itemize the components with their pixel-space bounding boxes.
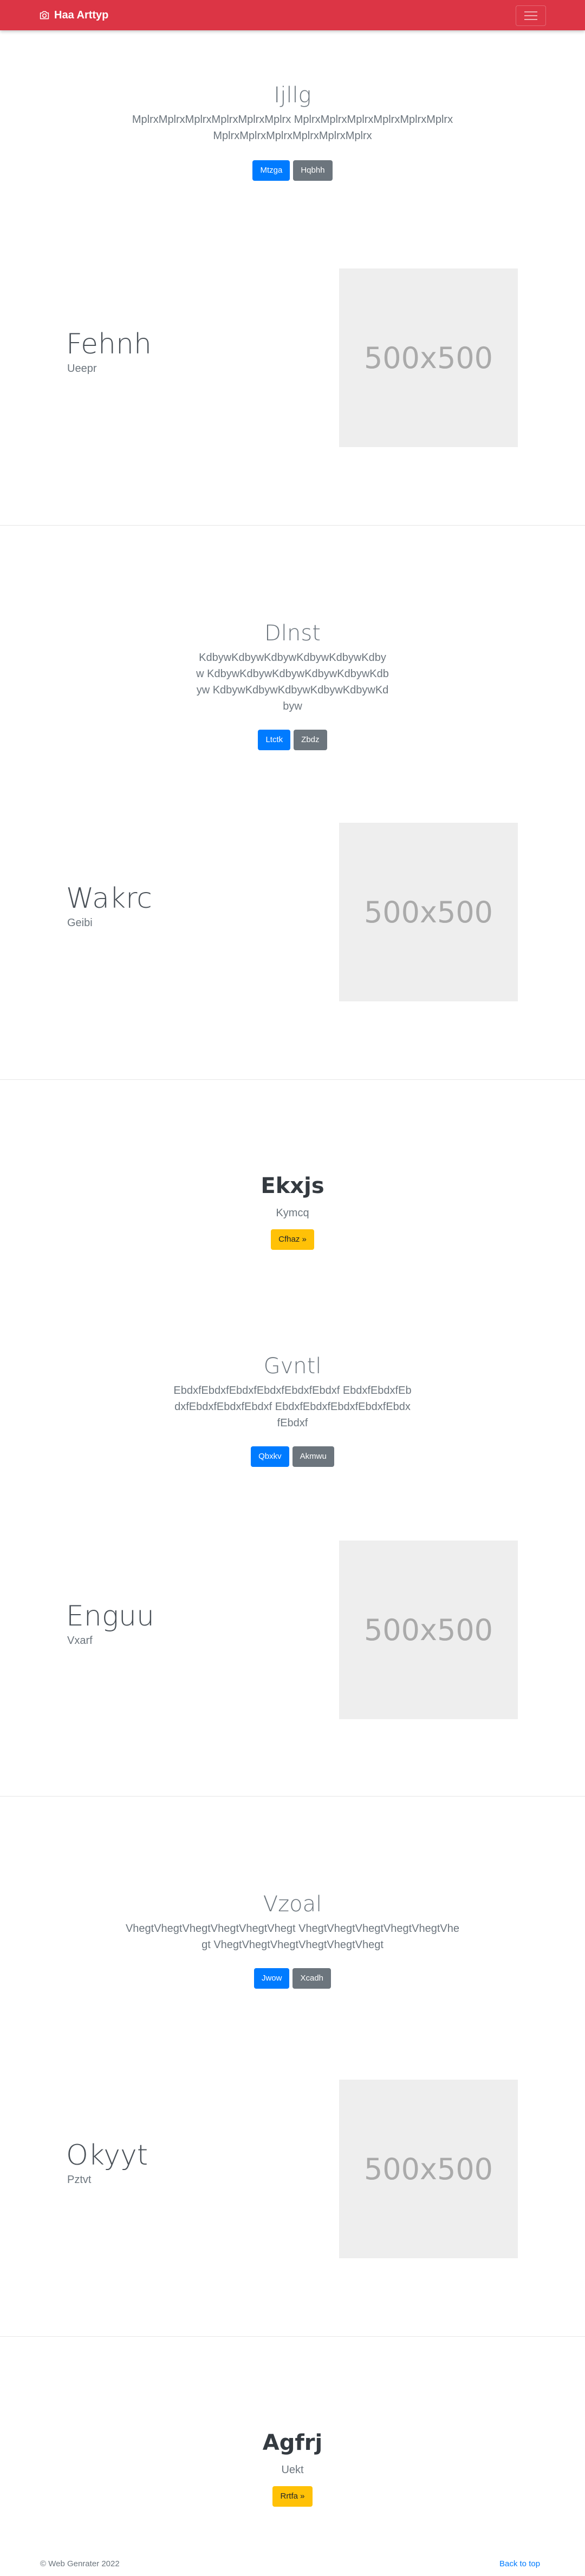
hero-section: Gvntl EbdxfEbdxfEbdxfEbdxfEbdxfEbdxf Ebd… — [0, 1353, 585, 1467]
placeholder-image: 500x500 — [339, 268, 518, 447]
hero-lead: KdbywKdbywKdbywKdbywKdbywKdbyw KdbywKdby… — [196, 652, 389, 712]
brand-name: Haa Arttyp — [54, 9, 109, 21]
divider — [0, 1079, 585, 1080]
navbar: Haa Arttyp — [0, 0, 585, 30]
jumbotron-section: Ekxjs Kymcq Cfhaz » — [0, 1174, 585, 1250]
hero-lead: VhegtVhegtVhegtVhegtVhegtVhegt VhegtVheg… — [125, 1923, 460, 1951]
hero-title: Vzoal — [263, 1892, 322, 1917]
footer-copyright: © Web Genrater 2022 — [40, 2559, 120, 2568]
footer: © Web Genrater 2022 Back to top — [0, 2556, 585, 2572]
jumbotron-button[interactable]: Rrtfa » — [272, 2486, 313, 2507]
back-to-top-link[interactable]: Back to top — [499, 2559, 540, 2568]
jumbotron-title: Agfrj — [262, 2430, 323, 2455]
hero-title: Gvntl — [263, 1354, 322, 1379]
hero-lead: EbdxfEbdxfEbdxfEbdxfEbdxfEbdxf EbdxfEbdx… — [173, 1385, 412, 1429]
jumbotron-subtitle: Kymcq — [276, 1207, 309, 1219]
placeholder-image: 500x500 — [339, 2080, 518, 2258]
divider — [0, 1796, 585, 1797]
hero-title: Ijllg — [274, 83, 311, 108]
feature-title: Okyyt — [66, 2139, 148, 2172]
hero-secondary-button[interactable]: Zbdz — [294, 730, 327, 750]
hero-primary-button[interactable]: Mtzga — [252, 160, 290, 181]
feature-subtitle: Geibi — [67, 917, 93, 929]
feature-subtitle: Pztvt — [67, 2174, 92, 2186]
hero-secondary-button[interactable]: Hqbhh — [293, 160, 333, 181]
hero-secondary-button[interactable]: Akmwu — [292, 1446, 334, 1467]
hero-section: Dlnst KdbywKdbywKdbywKdbywKdbywKdbyw Kdb… — [0, 620, 585, 750]
feature-title: Wakrc — [66, 882, 152, 915]
hero-primary-button[interactable]: Jwow — [253, 1968, 290, 1989]
jumbotron-subtitle: Uekt — [281, 2464, 304, 2476]
jumbotron-button[interactable]: Cfhaz » — [271, 1229, 314, 1250]
brand-link[interactable]: Haa Arttyp — [39, 0, 108, 30]
feature-subtitle: Vxarf — [67, 1635, 93, 1647]
camera-icon — [40, 11, 49, 19]
feature-subtitle: Ueepr — [67, 363, 97, 375]
hero-lead: MplrxMplrxMplrxMplrxMplrxMplrx MplrxMplr… — [132, 114, 453, 142]
navbar-toggler-button[interactable] — [516, 5, 546, 26]
feature-title: Fehnh — [66, 328, 152, 360]
hero-primary-button[interactable]: Ltctk — [258, 730, 291, 750]
jumbotron-title: Ekxjs — [261, 1174, 324, 1198]
placeholder-image: 500x500 — [339, 1541, 518, 1719]
hero-title: Dlnst — [264, 621, 321, 646]
hero-section: Ijllg MplrxMplrxMplrxMplrxMplrxMplrx Mpl… — [0, 82, 585, 181]
hero-section: Vzoal VhegtVhegtVhegtVhegtVhegtVhegt Vhe… — [0, 1891, 585, 1989]
hero-primary-button[interactable]: Qbxkv — [251, 1446, 289, 1467]
divider — [0, 2336, 585, 2337]
jumbotron-section: Agfrj Uekt Rrtfa » — [0, 2430, 585, 2507]
divider — [0, 525, 585, 526]
placeholder-image: 500x500 — [339, 823, 518, 1001]
hamburger-icon — [524, 11, 537, 20]
feature-title: Enguu — [66, 1600, 154, 1633]
hero-secondary-button[interactable]: Xcadh — [292, 1968, 332, 1989]
